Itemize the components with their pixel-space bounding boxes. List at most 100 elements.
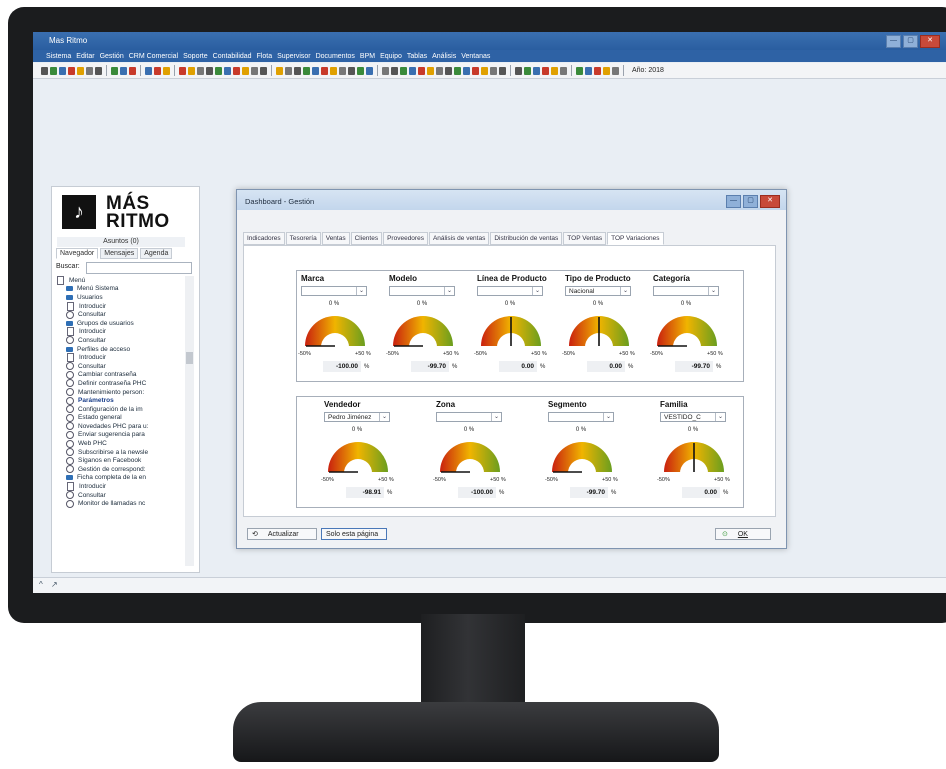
gauge-select[interactable]: ⌄ — [301, 286, 367, 296]
tree-item[interactable]: Estado general — [56, 413, 184, 423]
toolbar-button-icon[interactable] — [472, 66, 479, 75]
gauge-select[interactable]: ⌄ — [477, 286, 543, 296]
toolbar-button-icon[interactable] — [463, 66, 470, 75]
toolbar-button-icon[interactable] — [524, 66, 531, 75]
toolbar-button-icon[interactable] — [68, 66, 75, 75]
chevron-down-icon[interactable]: ⌄ — [532, 287, 542, 295]
toolbar-button-icon[interactable] — [303, 66, 310, 75]
toolbar-button-icon[interactable] — [603, 66, 610, 75]
asuntos-label[interactable]: Asuntos (0) — [57, 237, 185, 247]
toolbar-button-icon[interactable] — [481, 66, 488, 75]
toolbar-button-icon[interactable] — [585, 66, 592, 75]
tree-item[interactable]: Web PHC — [56, 439, 184, 448]
tree-item[interactable]: Novedades PHC para u: — [56, 422, 184, 431]
toolbar-button-icon[interactable] — [251, 66, 258, 75]
chevron-down-icon[interactable]: ⌄ — [379, 413, 389, 421]
menu-item[interactable]: Contabilidad — [213, 53, 252, 60]
dashboard-tab[interactable]: Ventas — [321, 232, 350, 245]
toolbar-button-icon[interactable] — [77, 66, 84, 75]
menu-item[interactable]: Sistema — [46, 53, 71, 60]
menu-item[interactable]: Documentos — [316, 53, 355, 60]
toolbar-button-icon[interactable] — [515, 66, 522, 75]
menu-item[interactable]: Flota — [257, 53, 273, 60]
toolbar-button-icon[interactable] — [206, 66, 213, 75]
tree-item[interactable]: Consultar — [56, 491, 184, 500]
toolbar-button-icon[interactable] — [233, 66, 240, 75]
toolbar-button-icon[interactable] — [533, 66, 540, 75]
tree-item[interactable]: Introducir — [56, 353, 184, 363]
toolbar-button-icon[interactable] — [454, 66, 461, 75]
gauge-select[interactable]: ⌄ — [548, 412, 614, 422]
toolbar-button-icon[interactable] — [276, 66, 283, 75]
menu-item[interactable]: Análisis — [432, 53, 456, 60]
tree-item[interactable]: Ficha completa de la en — [56, 474, 184, 483]
toolbar-button-icon[interactable] — [242, 66, 249, 75]
gauge-select[interactable]: ⌄ — [653, 286, 719, 296]
menu-item[interactable]: Tablas — [407, 53, 427, 60]
tree-item[interactable]: Consultar — [56, 310, 184, 319]
gauge-select[interactable]: ⌄ — [436, 412, 502, 422]
menu-item[interactable]: Soporte — [183, 53, 208, 60]
menu-item[interactable]: BPM — [360, 53, 375, 60]
year-label[interactable]: Año: 2018 — [632, 67, 664, 74]
toolbar-button-icon[interactable] — [215, 66, 222, 75]
toolbar-button-icon[interactable] — [366, 66, 373, 75]
toolbar-button-icon[interactable] — [95, 66, 102, 75]
dashboard-tab[interactable]: Indicadores — [243, 232, 285, 245]
dashboard-minimize-button[interactable]: — — [726, 195, 741, 208]
tree-scrollbar[interactable] — [185, 276, 194, 566]
tree-item[interactable]: Menú — [56, 276, 184, 285]
toolbar-button-icon[interactable] — [542, 66, 549, 75]
tree-item[interactable]: Grupos de usuarios — [56, 319, 184, 328]
tree-item[interactable]: Enviar sugerencia para — [56, 430, 184, 440]
toolbar-button-icon[interactable] — [50, 66, 57, 75]
menu-item[interactable]: Equipo — [380, 53, 402, 60]
dashboard-tab[interactable]: Análisis de ventas — [428, 232, 490, 245]
tree-item[interactable]: Perfiles de acceso — [56, 345, 184, 354]
tree-item[interactable]: Configuración de la im — [56, 405, 184, 414]
menu-item[interactable]: Supervisor — [277, 53, 310, 60]
chevron-down-icon[interactable]: ⌄ — [620, 287, 630, 295]
dashboard-tab[interactable]: Clientes — [350, 232, 383, 245]
search-input[interactable] — [86, 262, 192, 274]
tab-agenda[interactable]: Agenda — [140, 248, 173, 259]
toolbar-button-icon[interactable] — [400, 66, 407, 75]
dashboard-tab[interactable]: Proveedores — [383, 232, 428, 245]
toolbar-button-icon[interactable] — [560, 66, 567, 75]
toolbar-button-icon[interactable] — [436, 66, 443, 75]
chevron-down-icon[interactable]: ⌄ — [356, 287, 366, 295]
toolbar-button-icon[interactable] — [576, 66, 583, 75]
gauge-select[interactable]: ⌄ — [389, 286, 455, 296]
refresh-button[interactable]: ⟲ Actualizar — [247, 528, 317, 540]
toolbar-button-icon[interactable] — [154, 66, 161, 75]
tree-scrollbar-thumb[interactable] — [186, 352, 193, 364]
tree-item[interactable]: Consultar — [56, 362, 184, 371]
chevron-down-icon[interactable]: ⌄ — [444, 287, 454, 295]
menu-item[interactable]: Ventanas — [461, 53, 490, 60]
toolbar-button-icon[interactable] — [551, 66, 558, 75]
tree-item[interactable]: Subscribirse a la newsle — [56, 448, 184, 457]
chevron-down-icon[interactable]: ⌄ — [708, 287, 718, 295]
toolbar-button-icon[interactable] — [285, 66, 292, 75]
dashboard-tab[interactable]: Tesorería — [285, 232, 321, 245]
tree-item[interactable]: Síganos en Facebook — [56, 456, 184, 465]
toolbar-button-icon[interactable] — [41, 66, 48, 75]
tab-mensajes[interactable]: Mensajes — [100, 248, 139, 259]
toolbar-button-icon[interactable] — [321, 66, 328, 75]
toolbar-button-icon[interactable] — [59, 66, 66, 75]
menu-item[interactable]: Gestión — [100, 53, 124, 60]
tree-item[interactable]: Parámetros — [56, 396, 184, 405]
toolbar-button-icon[interactable] — [357, 66, 364, 75]
tree-item[interactable]: Mantenimiento person: — [56, 388, 184, 397]
toolbar-button-icon[interactable] — [224, 66, 231, 75]
toolbar-button-icon[interactable] — [418, 66, 425, 75]
gauge-select[interactable]: Nacional ⌄ — [565, 286, 631, 296]
tree-item[interactable]: Introducir — [56, 482, 184, 492]
dashboard-tab[interactable]: TOP Variaciones — [607, 232, 664, 245]
toolbar-button-icon[interactable] — [490, 66, 497, 75]
only-page-button[interactable]: Solo esta página — [321, 528, 387, 540]
tree-item[interactable]: Gestión de correspond: — [56, 465, 184, 474]
toolbar-button-icon[interactable] — [382, 66, 389, 75]
toolbar-button-icon[interactable] — [339, 66, 346, 75]
toolbar-button-icon[interactable] — [86, 66, 93, 75]
